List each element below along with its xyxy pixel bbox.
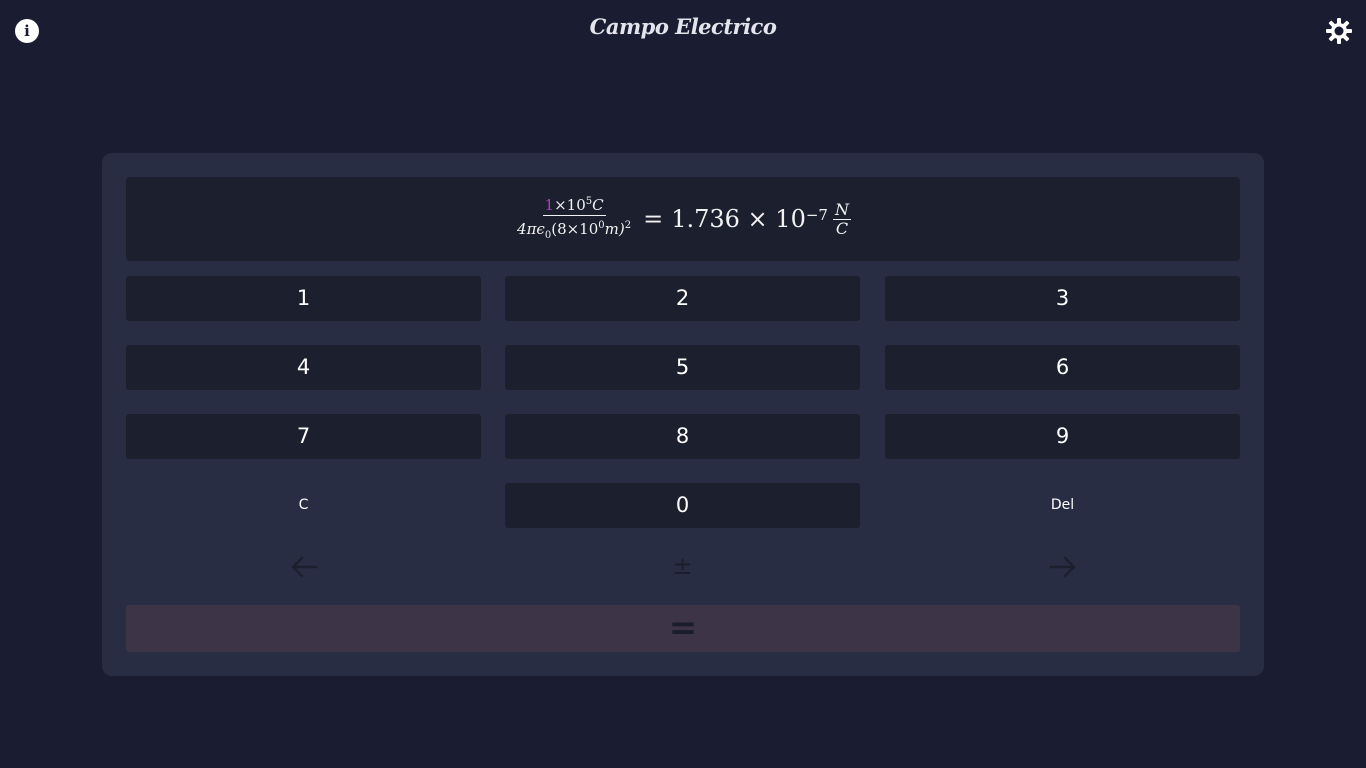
field-fraction: 1×105C 4πϵ0(8×100m)2 — [515, 193, 633, 245]
key-6[interactable]: 6 — [885, 345, 1240, 390]
arrow-left-icon[interactable] — [126, 544, 481, 589]
equals-button[interactable]: = — [126, 605, 1240, 652]
key-5[interactable]: 5 — [505, 345, 860, 390]
gear-icon[interactable] — [1325, 17, 1353, 45]
key-8[interactable]: 8 — [505, 414, 860, 459]
denominator-prefix: 4πϵ — [517, 220, 545, 238]
denominator-power: 2 — [624, 220, 632, 231]
key-1[interactable]: 1 — [126, 276, 481, 321]
numerator-unit: C — [592, 196, 604, 214]
key-3[interactable]: 3 — [885, 276, 1240, 321]
denominator-open: (8×10 — [551, 220, 599, 238]
denominator-unit: m) — [604, 220, 625, 238]
formula: 1×105C 4πϵ0(8×100m)2 = 1.736 × 10 −7 N C — [126, 177, 1240, 261]
key-0[interactable]: 0 — [505, 483, 860, 528]
arrow-right-icon[interactable] — [885, 544, 1240, 589]
plus-minus-button[interactable]: ± — [505, 544, 860, 589]
fraction-numerator: 1×105C — [542, 193, 606, 216]
numerator-times: ×10 — [554, 196, 586, 214]
result-unit-numerator: N — [832, 199, 851, 220]
delete-button[interactable]: Del — [885, 483, 1240, 528]
result-mantissa: 1.736 × 10 — [671, 205, 806, 233]
clear-button[interactable]: C — [126, 483, 481, 528]
active-digit: 1 — [544, 196, 555, 214]
result-equals: = — [643, 205, 664, 233]
key-7[interactable]: 7 — [126, 414, 481, 459]
formula-display: 1×105C 4πϵ0(8×100m)2 = 1.736 × 10 −7 N C — [126, 177, 1240, 261]
result: = 1.736 × 10 −7 N C — [643, 199, 851, 238]
calculator-panel: 1×105C 4πϵ0(8×100m)2 = 1.736 × 10 −7 N C … — [102, 153, 1264, 676]
app-title: Campo Electrico — [589, 14, 777, 39]
result-exponent: −7 — [805, 206, 828, 224]
key-4[interactable]: 4 — [126, 345, 481, 390]
key-2[interactable]: 2 — [505, 276, 860, 321]
fraction-denominator: 4πϵ0(8×100m)2 — [515, 216, 633, 245]
result-unit: N C — [832, 199, 851, 238]
key-9[interactable]: 9 — [885, 414, 1240, 459]
result-unit-denominator: C — [835, 218, 849, 238]
top-bar: i Campo Electrico — [0, 0, 1366, 62]
